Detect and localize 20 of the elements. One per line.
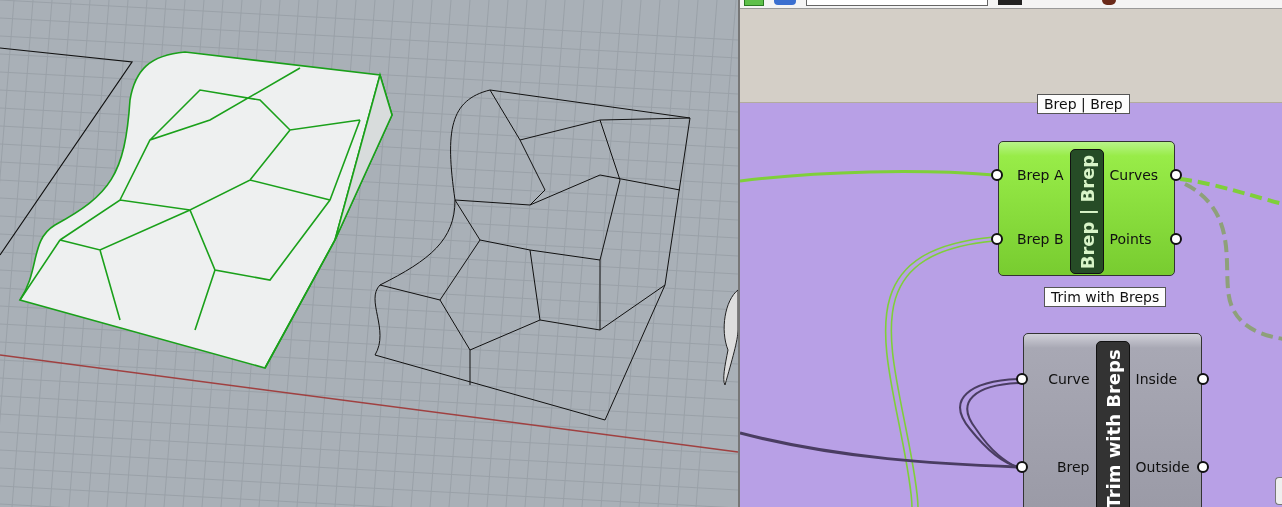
output-label: Outside xyxy=(1135,459,1190,475)
component-tooltip: Brep | Brep xyxy=(1037,94,1130,114)
input-label: Brep B xyxy=(1016,231,1064,247)
output-label: Curves xyxy=(1109,167,1159,183)
input-port[interactable] xyxy=(991,233,1003,245)
output-label: Inside xyxy=(1135,371,1178,387)
input-label: Curve xyxy=(1048,371,1090,387)
output-label: Points xyxy=(1109,231,1152,247)
component-tooltip: Trim with Breps xyxy=(1044,287,1167,307)
component-title: Brep | Brep xyxy=(1069,149,1104,274)
input-port[interactable] xyxy=(1016,461,1028,473)
search-field[interactable] xyxy=(806,0,988,6)
input-port[interactable] xyxy=(991,169,1003,181)
wireframe-surface-drawing[interactable] xyxy=(374,89,691,421)
input-label: Brep xyxy=(1056,459,1090,475)
scroll-button[interactable] xyxy=(1275,477,1282,505)
3d-viewport[interactable] xyxy=(0,0,738,507)
input-port[interactable] xyxy=(1016,373,1028,385)
input-label: Brep A xyxy=(1016,167,1064,183)
selected-surface-drawing[interactable] xyxy=(19,51,393,369)
